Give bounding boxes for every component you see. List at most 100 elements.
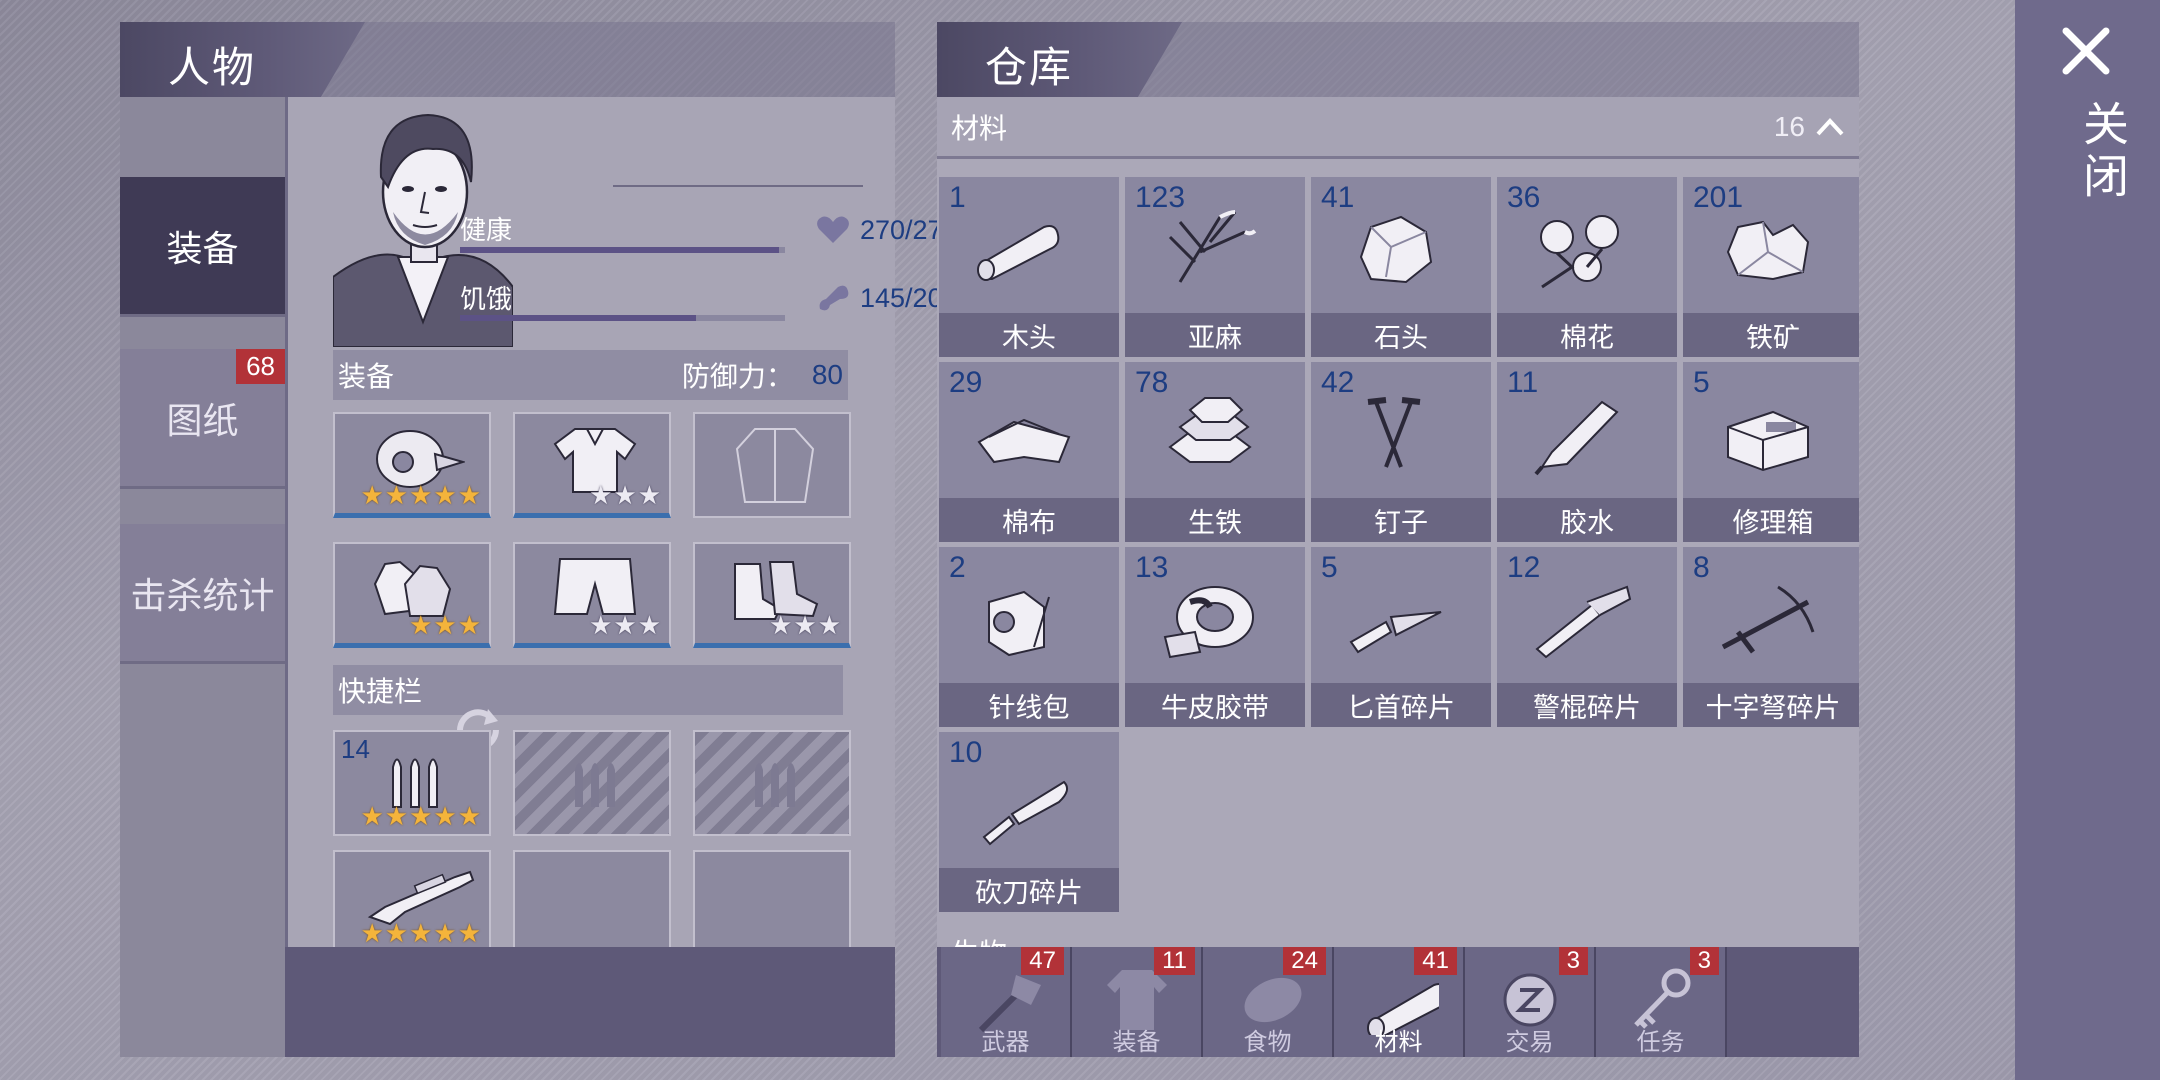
quickbar-label: 快捷栏: [338, 675, 423, 708]
quick-slot-5[interactable]: [513, 850, 671, 956]
warehouse-item[interactable]: 36 棉花: [1497, 177, 1677, 357]
health-bar: [460, 247, 785, 253]
equip-slot-hands[interactable]: ★ ★ ★: [333, 542, 491, 648]
item-qty: 1: [949, 181, 966, 214]
slot-stars: ★ ★ ★ ★ ★: [360, 919, 481, 949]
quick-slot-1[interactable]: 14 ★ ★ ★ ★ ★: [333, 730, 491, 836]
quick-slot-6[interactable]: [693, 850, 851, 956]
quick-slot-2-locked[interactable]: [513, 730, 671, 836]
tab-blueprints-label: 图纸: [166, 400, 239, 442]
bottom-tab-label: 食物: [1243, 1028, 1292, 1056]
bottom-tab-badge: 41: [1414, 947, 1457, 975]
ammo-placeholder-icon: [575, 763, 615, 807]
warehouse-item[interactable]: 1 木头: [939, 177, 1119, 357]
character-content: 健康 270/275 饥饿 145/200 装备 防御力： 80 ★ ★ ★ ★…: [285, 97, 958, 956]
quick-slot-3-locked[interactable]: [693, 730, 851, 836]
category-label: 材料: [951, 111, 1008, 145]
item-name: 铁矿: [1683, 313, 1859, 357]
warehouse-item[interactable]: 29 棉布: [939, 362, 1119, 542]
tab-equipment-label: 装备: [166, 228, 239, 270]
warehouse-item[interactable]: 13 牛皮胶带: [1125, 547, 1305, 727]
category-header-materials[interactable]: 材料 16: [937, 97, 1859, 159]
health-label: 健康: [460, 216, 513, 246]
warehouse-bottom-tabs: 47 武器 11 装备 24 食物 41 材料 3 交易 3 任务: [937, 947, 1859, 1057]
warehouse-item[interactable]: 78 生铁: [1125, 362, 1305, 542]
equip-slot-head[interactable]: ★ ★ ★ ★ ★: [333, 412, 491, 518]
item-name: 亚麻: [1125, 313, 1305, 357]
flax-icon: [1168, 210, 1257, 283]
machete-part-icon: [982, 780, 1069, 846]
bottom-tab-label: 武器: [981, 1028, 1030, 1056]
blueprints-badge: 68: [236, 349, 285, 384]
bottom-tab[interactable]: 3 任务: [1596, 947, 1727, 1057]
warehouse-item[interactable]: 5 修理箱: [1683, 362, 1859, 542]
character-title: 人物: [168, 43, 257, 92]
slot-stars: ★ ★ ★ ★ ★: [360, 802, 481, 832]
item-name: 棉布: [939, 498, 1119, 542]
equip-slot-outer[interactable]: [693, 412, 851, 518]
ammo-placeholder-icon: [755, 763, 795, 807]
chevron-up-icon[interactable]: [1815, 112, 1845, 142]
warehouse-item[interactable]: 123 亚麻: [1125, 177, 1305, 357]
dagger-part-icon: [1349, 611, 1442, 654]
bottom-tab[interactable]: 24 食物: [1203, 947, 1334, 1057]
equip-slot-body[interactable]: ★ ★ ★: [513, 412, 671, 518]
slot-stars: ★ ★ ★: [589, 481, 661, 511]
equip-slot-legs[interactable]: ★ ★ ★: [513, 542, 671, 648]
close-icon[interactable]: [2060, 25, 2112, 77]
slot-stars: ★ ★ ★: [409, 611, 481, 641]
bottom-tab-label: 材料: [1374, 1028, 1423, 1056]
item-name: 十字弩碎片: [1683, 683, 1859, 727]
warehouse-item[interactable]: 41 石头: [1311, 177, 1491, 357]
warehouse-item[interactable]: 10 砍刀碎片: [939, 732, 1119, 912]
warehouse-item[interactable]: 201 铁矿: [1683, 177, 1859, 357]
item-name: 匕首碎片: [1311, 683, 1491, 727]
bottom-tab-badge: 47: [1021, 947, 1064, 975]
equip-slot-feet[interactable]: ★ ★ ★: [693, 542, 851, 648]
item-name: 生铁: [1125, 498, 1305, 542]
slot-stars: ★ ★ ★ ★ ★: [360, 481, 481, 511]
warehouse-item[interactable]: 8 十字弩碎片: [1683, 547, 1859, 727]
slot-stars: ★ ★ ★: [769, 611, 841, 641]
warehouse-item[interactable]: 12 警棍碎片: [1497, 547, 1677, 727]
warehouse-panel: 仓库 材料 16 1 木头 123 亚麻 41 石头 36 棉花 201 铁矿 29 棉布 78 生铁 42…: [937, 22, 1859, 1057]
bottom-tab[interactable]: 11 装备: [1072, 947, 1203, 1057]
bottom-tab[interactable]: 3 交易: [1465, 947, 1596, 1057]
bottom-tab-badge: 11: [1154, 947, 1195, 975]
bottom-tab[interactable]: 41 材料: [1334, 947, 1465, 1057]
tab-equipment[interactable]: 装备: [120, 177, 285, 317]
slot-stars: ★ ★ ★: [589, 611, 661, 641]
hunger-bar: [460, 315, 785, 321]
warehouse-item[interactable]: 11 胶水: [1497, 362, 1677, 542]
repair-kit-icon: [1727, 410, 1809, 472]
warehouse-item[interactable]: 42 钉子: [1311, 362, 1491, 542]
warehouse-item[interactable]: 5 匕首碎片: [1311, 547, 1491, 727]
heart-icon: [817, 216, 849, 243]
tab-blueprints[interactable]: 图纸 68: [120, 349, 285, 489]
bottom-tab[interactable]: 47 武器: [941, 947, 1072, 1057]
character-footer: [285, 947, 895, 1057]
item-name: 胶水: [1497, 498, 1677, 542]
tab-kill-stats[interactable]: 击杀统计: [120, 524, 285, 664]
item-name: 修理箱: [1683, 498, 1859, 542]
item-name: 棉花: [1497, 313, 1677, 357]
bottom-tab-badge: 24: [1283, 947, 1326, 975]
close-strip[interactable]: 关闭: [2015, 0, 2160, 1080]
hunger-label: 饥饿: [460, 285, 513, 315]
crossbow-part-icon: [1721, 585, 1815, 654]
character-panel: 人物 装备 图纸 68 击杀统计 健康 270/275 饥饿 145/200 装…: [120, 22, 958, 1057]
character-side-tabs: 装备 图纸 68 击杀统计: [120, 97, 285, 1057]
bottom-tab-badge: 3: [1689, 947, 1719, 975]
category-count: 16: [1773, 110, 1805, 142]
item-qty: 5: [1693, 366, 1710, 399]
equipment-section-bar: 装备 防御力： 80: [333, 350, 848, 400]
hunger-bar-fill: [460, 315, 696, 321]
defense-value: 80: [811, 359, 843, 390]
warehouse-item[interactable]: 2 针线包: [939, 547, 1119, 727]
warehouse-list[interactable]: 材料 16 1 木头 123 亚麻 41 石头 36 棉花 201 铁矿 29 棉布 78 生铁 42 钉子 1…: [937, 97, 1859, 947]
item-name: 钉子: [1311, 498, 1491, 542]
sewing-kit-icon: [988, 590, 1050, 657]
duct-tape-icon: [1163, 586, 1254, 659]
health-bar-fill: [460, 247, 779, 253]
quick-slot-4[interactable]: ★ ★ ★ ★ ★: [333, 850, 491, 956]
